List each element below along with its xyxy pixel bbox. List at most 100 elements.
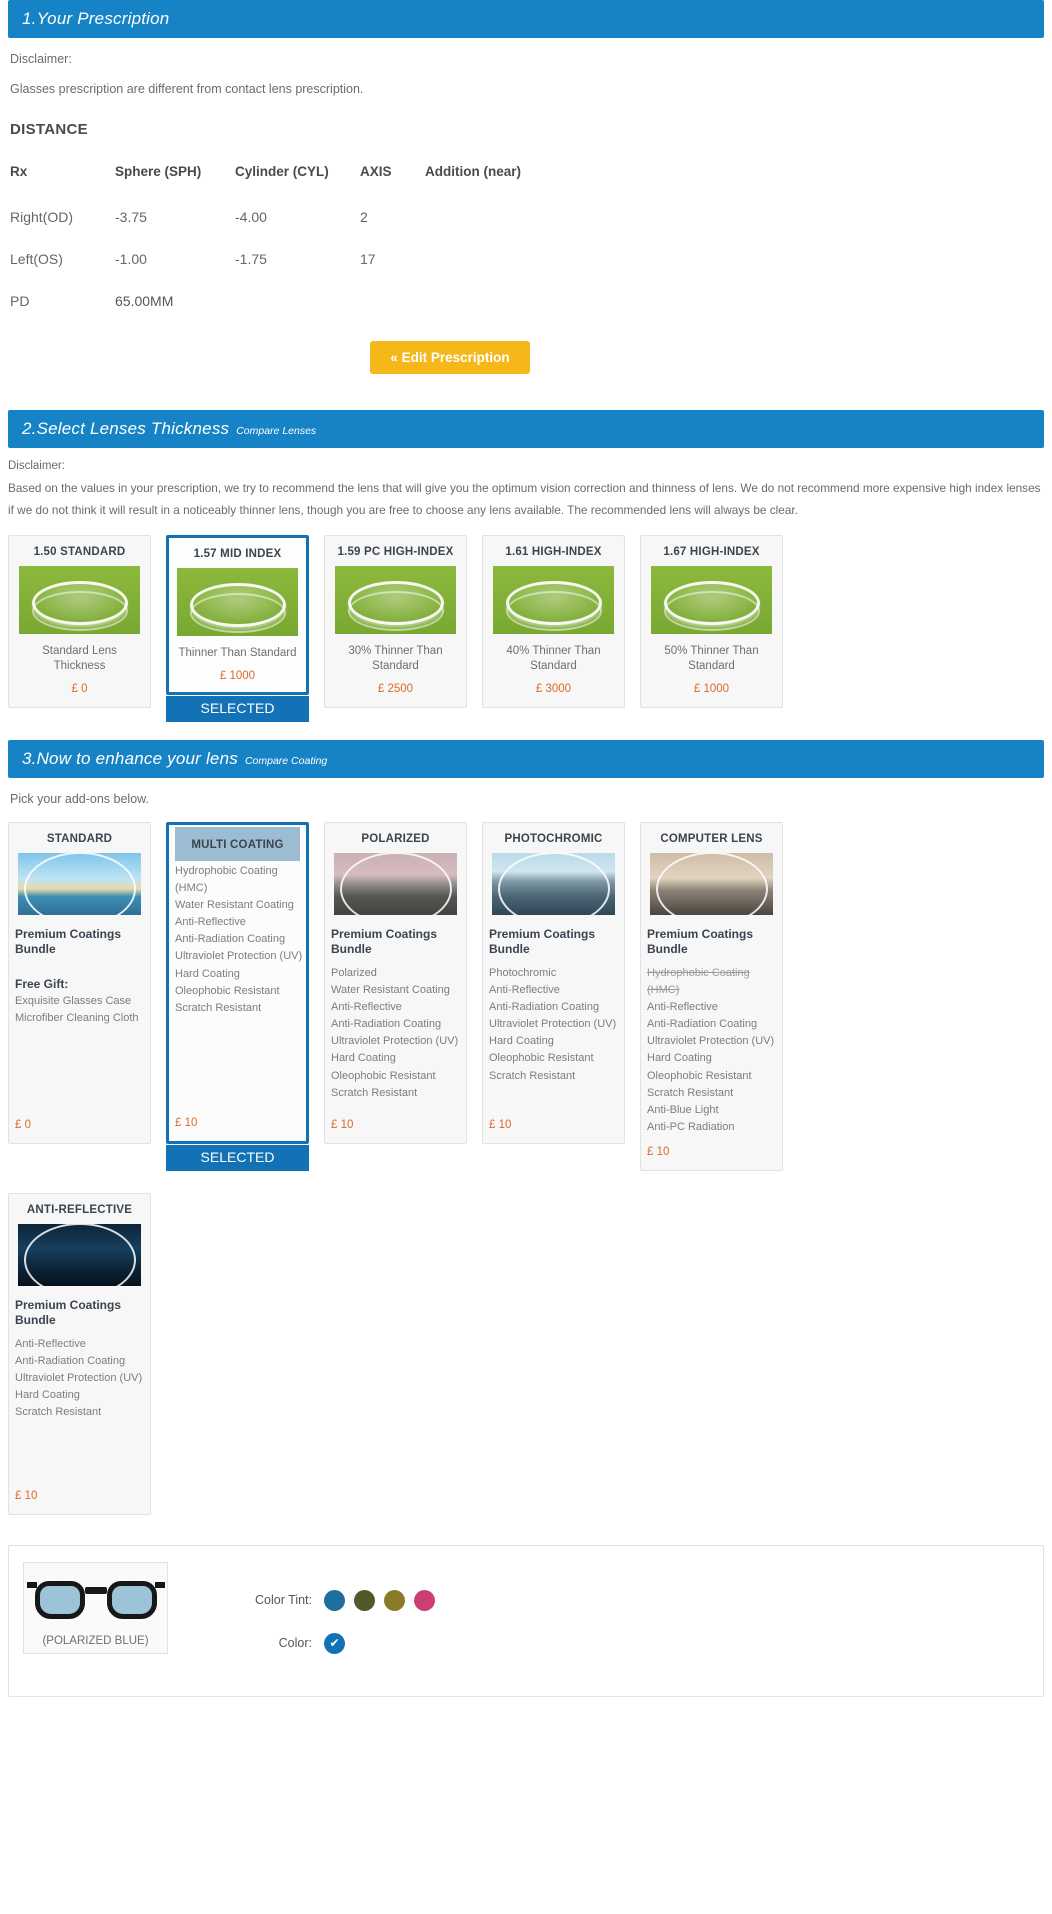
coating-option-name: POLARIZED [361, 833, 430, 846]
coating-price: £ 10 [175, 1117, 198, 1130]
coating-feature: Anti-Radiation Coating [175, 933, 286, 946]
free-gift-label: Free Gift: [15, 977, 69, 992]
coating-bundle-label: Premium Coatings Bundle [15, 927, 122, 957]
coating-feature: Hard Coating [647, 1052, 712, 1065]
coating-option-name: MULTI COATING [175, 827, 300, 862]
laptop-desk-icon [650, 853, 773, 916]
coating-feature-list: Polarized Water Resistant Coating Anti-R… [325, 965, 466, 1101]
coating-option-computer[interactable]: COMPUTER LENS Premium Coatings Bundle Hy… [640, 822, 783, 1171]
beach-scene-icon [18, 853, 141, 916]
tint-panel: (POLARIZED BLUE) Color Tint: Color: ✔ [8, 1544, 1044, 1697]
coating-feature-list: Hydrophobic Coating (HMC) Anti-Reflectiv… [641, 965, 782, 1135]
lens-option-price: £ 3000 [535, 683, 572, 696]
section-1-disclaimer-text: Glasses prescription are different from … [10, 82, 364, 96]
coating-feature-list: Anti-Reflective Anti-Radiation Coating U… [9, 1336, 150, 1421]
lens-option-1-57[interactable]: 1.57 MID INDEX Thinner Than Standard £ 1… [166, 535, 309, 723]
coating-feature: Anti-Radiation Coating [489, 1001, 600, 1014]
coating-feature: Oleophobic Resistant [331, 1069, 436, 1082]
coating-bundle-label: Premium Coatings Bundle [15, 1297, 122, 1327]
coating-feature: Hard Coating [15, 1388, 80, 1401]
section-3: 3.Now to enhance your lens Compare Coati… [0, 740, 1052, 1515]
coating-option-name: PHOTOCHROMIC [504, 833, 603, 846]
section-2-disclaimer-text: Based on the values in your prescription… [8, 480, 1041, 517]
coating-feature: Anti-Reflective [15, 1337, 86, 1350]
lens-option-1-59[interactable]: 1.59 PC HIGH-INDEX 30% Thinner Than Stan… [324, 535, 467, 709]
coating-feature: Water Resistant Coating [331, 984, 450, 997]
glasses-icon [26, 1573, 165, 1627]
tint-swatch-green[interactable] [354, 1589, 375, 1611]
lens-thumbnail-icon [19, 566, 140, 635]
section-3-body: Pick your add-ons below. STANDARD Premiu… [0, 778, 1052, 1515]
coating-options-row-1: STANDARD Premium Coatings Bundle Free Gi… [8, 822, 1044, 1172]
color-swatches: ✔ [324, 1632, 345, 1654]
coating-price: £ 10 [489, 1119, 512, 1132]
edit-prescription-row: « Edit Prescription [10, 315, 890, 396]
header-sph: Sphere (SPH) [115, 163, 202, 179]
coating-feature: Anti-Reflective [175, 916, 246, 929]
cell-rx-left: Left(OS) [10, 250, 63, 267]
color-swatch-selected-check-icon[interactable]: ✔ [324, 1632, 345, 1654]
lens-thumbnail-icon [493, 566, 614, 635]
cell-add-right [425, 209, 630, 251]
lens-thumbnail-icon [651, 566, 772, 635]
header-rx: Rx [10, 163, 28, 179]
cell-cyl-left: -1.75 [235, 250, 267, 267]
color-tint-label: Color Tint: [255, 1593, 312, 1608]
coating-option-anti-reflective[interactable]: ANTI-REFLECTIVE Premium Coatings Bundle … [8, 1192, 151, 1515]
coating-option-polarized[interactable]: POLARIZED Premium Coatings Bundle Polari… [324, 822, 467, 1145]
coating-price: £ 10 [647, 1145, 670, 1158]
cell-sph-right: -3.75 [115, 208, 147, 225]
coating-feature: Hard Coating [175, 967, 240, 980]
tint-swatch-blue[interactable] [324, 1589, 345, 1611]
coating-bundle-label: Premium Coatings Bundle [647, 927, 754, 957]
tint-controls: Color Tint: Color: ✔ [168, 1562, 435, 1676]
coating-feature: Oleophobic Resistant [647, 1069, 752, 1082]
coating-option-standard[interactable]: STANDARD Premium Coatings Bundle Free Gi… [8, 822, 151, 1145]
lens-option-description: 40% Thinner Than Standard [506, 645, 601, 673]
edit-prescription-button[interactable]: « Edit Prescription [370, 340, 530, 374]
coating-option-photochromic[interactable]: PHOTOCHROMIC Premium Coatings Bundle Pho… [482, 822, 625, 1145]
lens-option-name: 1.59 PC HIGH-INDEX [337, 546, 454, 559]
cell-axis-left: 17 [360, 250, 376, 267]
lens-thumbnail-icon [335, 566, 456, 635]
table-header-row: Rx Sphere (SPH) Cylinder (CYL) AXIS Addi… [10, 164, 630, 209]
coating-feature: Hard Coating [489, 1035, 554, 1048]
coating-feature: Ultraviolet Protection (UV) [175, 950, 303, 963]
table-row-pd: PD 65.00MM [10, 293, 630, 315]
section-2: 2.Select Lenses Thickness Compare Lenses… [0, 409, 1052, 723]
lens-option-price: £ 1000 [693, 683, 730, 696]
coating-bundle-label: Premium Coatings Bundle [489, 927, 596, 957]
lens-option-1-50[interactable]: 1.50 STANDARD Standard Lens Thickness £ … [8, 535, 151, 709]
color-tint-row: Color Tint: [234, 1589, 435, 1611]
coating-feature-list: Exquisite Glasses Case Microfiber Cleani… [9, 993, 150, 1027]
coating-feature: Scratch Resistant [647, 1086, 734, 1099]
section-1-header: 1.Your Prescription [8, 0, 1044, 38]
coating-feature: Oleophobic Resistant [175, 984, 280, 997]
coating-options-row-2: ANTI-REFLECTIVE Premium Coatings Bundle … [8, 1192, 1044, 1515]
coating-feature-list: Hydrophobic Coating (HMC) Water Resistan… [169, 861, 306, 1016]
cell-axis-right: 2 [360, 208, 368, 225]
coating-price: £ 0 [15, 1119, 31, 1132]
coating-option-multi[interactable]: MULTI COATING Hydrophobic Coating (HMC) … [166, 822, 309, 1172]
section-1-title: 1.Your Prescription [22, 9, 170, 28]
tint-swatch-pink[interactable] [414, 1589, 435, 1611]
section-2-body: Disclaimer: Based on the values in your … [0, 448, 1052, 723]
tint-swatch-brown[interactable] [384, 1589, 405, 1611]
lens-option-price: £ 1000 [219, 670, 256, 683]
lens-option-1-67[interactable]: 1.67 HIGH-INDEX 50% Thinner Than Standar… [640, 535, 783, 709]
table-row: Left(OS) -1.00 -1.75 17 [10, 251, 630, 293]
section-3-header: 3.Now to enhance your lens Compare Coati… [8, 740, 1044, 779]
cell-cyl-right: -4.00 [235, 208, 267, 225]
cell-pd-label: PD [10, 292, 30, 309]
coating-feature: Hydrophobic Coating (HMC) [647, 967, 750, 997]
section-1-disclaimer-label: Disclaimer: [10, 52, 72, 66]
lens-option-1-61[interactable]: 1.61 HIGH-INDEX 40% Thinner Than Standar… [482, 535, 625, 709]
coating-feature: Ultraviolet Protection (UV) [15, 1371, 143, 1384]
lens-thumbnail-icon [177, 568, 298, 637]
color-tint-swatches [324, 1589, 435, 1611]
compare-lenses-link[interactable]: Compare Lenses [236, 425, 316, 437]
lens-configurator-page: 1.Your Prescription Disclaimer: Glasses … [0, 0, 1052, 1697]
compare-coating-link[interactable]: Compare Coating [245, 755, 327, 767]
coating-feature: Scratch Resistant [331, 1086, 418, 1099]
section-3-title: 3.Now to enhance your lens [22, 749, 238, 769]
